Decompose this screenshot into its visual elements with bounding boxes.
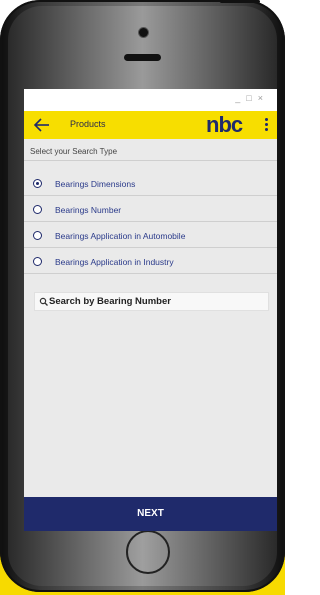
earpiece-speaker [124,54,161,61]
divider [24,221,277,222]
volume-up-button [0,138,2,180]
radio-label: Bearings Application in Industry [55,257,174,267]
radio-button[interactable] [33,257,42,266]
minimize-icon[interactable]: _ [235,93,246,103]
radio-option-application-industry[interactable]: Bearings Application in Industry [24,249,277,275]
more-vert-icon[interactable] [260,116,272,134]
radio-option-application-automobile[interactable]: Bearings Application in Automobile [24,223,277,249]
radio-button-checked[interactable] [33,179,42,188]
divider [24,195,277,196]
front-camera [138,27,149,38]
radio-button[interactable] [33,205,42,214]
volume-down-button [0,190,2,232]
power-button [220,0,260,3]
divider [24,273,277,274]
search-input[interactable]: Search by Bearing Number [34,292,269,311]
phone-side-button [0,96,2,122]
radio-label: Bearings Application in Automobile [55,231,186,241]
phone-frame: _□× Products nbc Select your Search Type… [0,0,285,592]
divider [24,160,277,161]
page-title: Products [70,119,106,129]
app-screen: _□× Products nbc Select your Search Type… [24,89,277,531]
window-titlebar: _□× [24,89,277,111]
window-controls[interactable]: _□× [235,93,269,103]
search-type-label: Select your Search Type [30,147,118,156]
back-arrow-icon[interactable] [32,115,52,135]
radio-button[interactable] [33,231,42,240]
close-icon[interactable]: × [258,93,269,103]
nbc-logo: nbc [206,112,243,137]
maximize-icon[interactable]: □ [246,93,257,103]
search-placeholder: Search by Bearing Number [49,296,171,307]
radio-label: Bearings Number [55,205,122,215]
radio-option-bearings-number[interactable]: Bearings Number [24,197,277,223]
radio-option-bearings-dimensions[interactable]: Bearings Dimensions [24,171,277,197]
divider [24,247,277,248]
app-toolbar: Products nbc [24,111,277,139]
radio-label: Bearings Dimensions [55,179,136,189]
search-icon [39,297,48,306]
home-button[interactable] [126,530,170,574]
next-button[interactable]: NEXT [24,497,277,531]
